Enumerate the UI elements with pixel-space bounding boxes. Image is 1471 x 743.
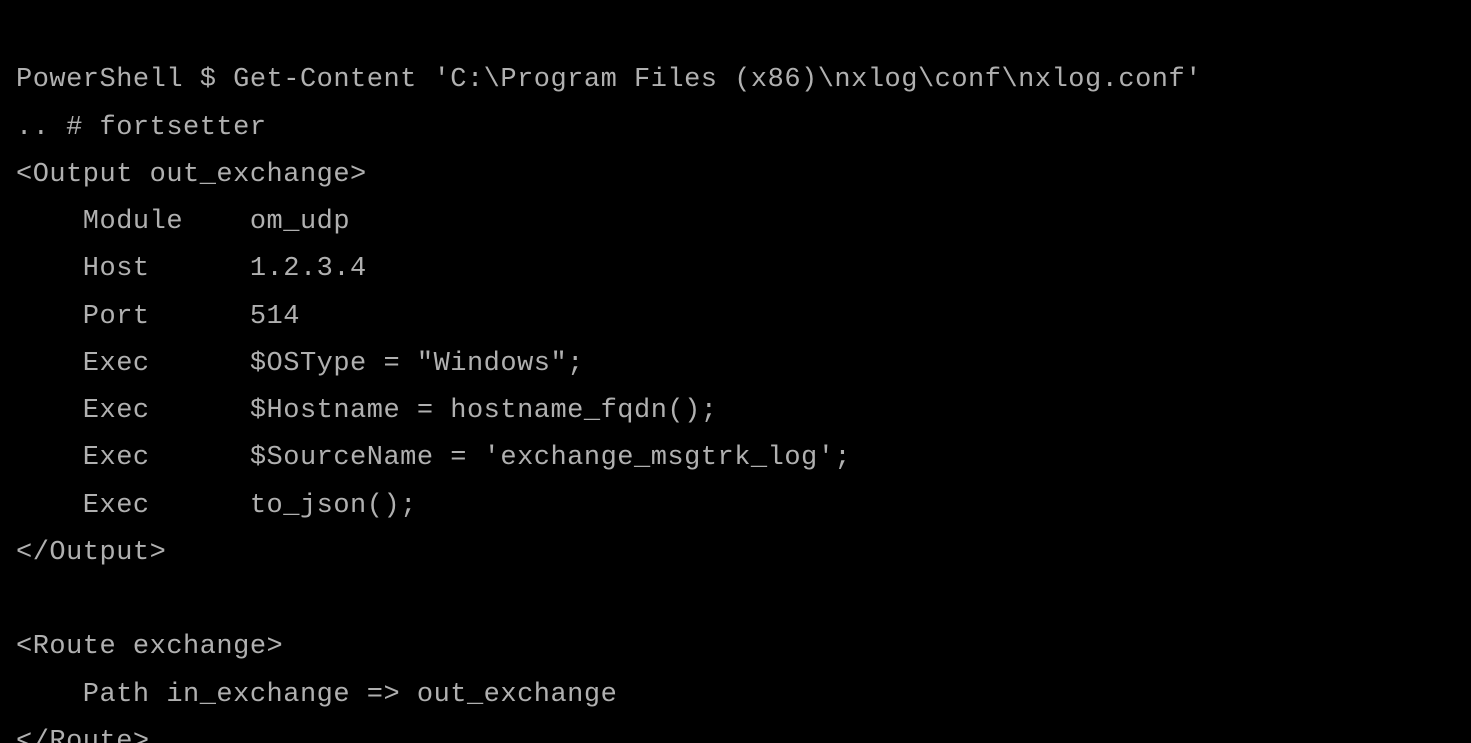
- terminal-line: Exec $SourceName = 'exchange_msgtrk_log'…: [16, 443, 851, 473]
- terminal-line: Exec to_json();: [16, 491, 417, 521]
- terminal-line: Path in_exchange => out_exchange: [16, 680, 617, 710]
- terminal-line: PowerShell $ Get-Content 'C:\Program Fil…: [16, 65, 1202, 95]
- terminal-line: Module om_udp: [16, 207, 350, 237]
- terminal-output: PowerShell $ Get-Content 'C:\Program Fil…: [0, 0, 1471, 743]
- terminal-line: <Output out_exchange>: [16, 160, 367, 190]
- terminal-line: <Route exchange>: [16, 632, 283, 662]
- terminal-line: Port 514: [16, 302, 300, 332]
- terminal-line: </Output>: [16, 538, 166, 568]
- terminal-line: .. # fortsetter: [16, 113, 267, 143]
- terminal-line: Exec $OSType = "Windows";: [16, 349, 584, 379]
- terminal-line: Exec $Hostname = hostname_fqdn();: [16, 396, 718, 426]
- terminal-line: </Route>: [16, 727, 150, 743]
- terminal-line: Host 1.2.3.4: [16, 254, 367, 284]
